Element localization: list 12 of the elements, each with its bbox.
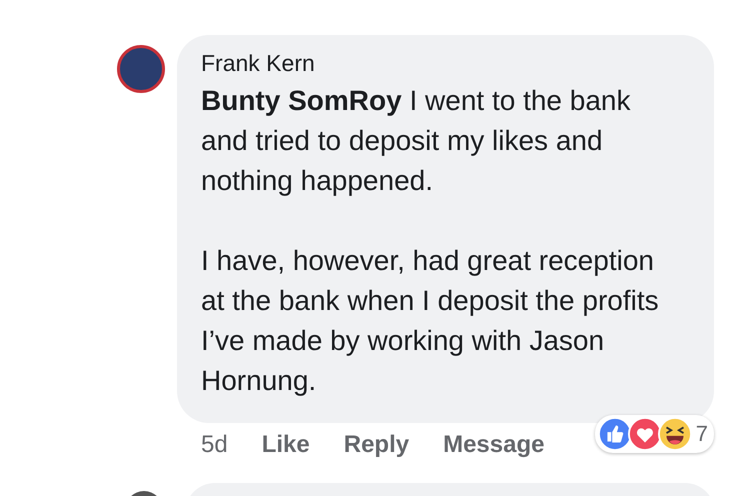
action-link[interactable]: Message [443,431,544,459]
thumbs-up-icon [598,417,632,451]
author-name[interactable]: Frank Kern [201,50,694,77]
reactions-summary[interactable]: 7 [594,415,714,453]
laughing-face-icon [658,417,692,451]
comment-text: I have, however, had great reception at the bank when I deposit the profits I’ve made by working with Jason Hornung. [201,244,660,398]
action-link[interactable]: Reply [344,431,410,459]
reaction-count: 7 [696,421,708,447]
comment-text: Bunty SomRoy I went to the bank and tried to deposit my likes and nothing happened. [201,84,632,198]
action-link[interactable]: Like [262,431,310,459]
timestamp[interactable]: 5d [201,431,228,459]
avatar[interactable] [117,45,165,93]
